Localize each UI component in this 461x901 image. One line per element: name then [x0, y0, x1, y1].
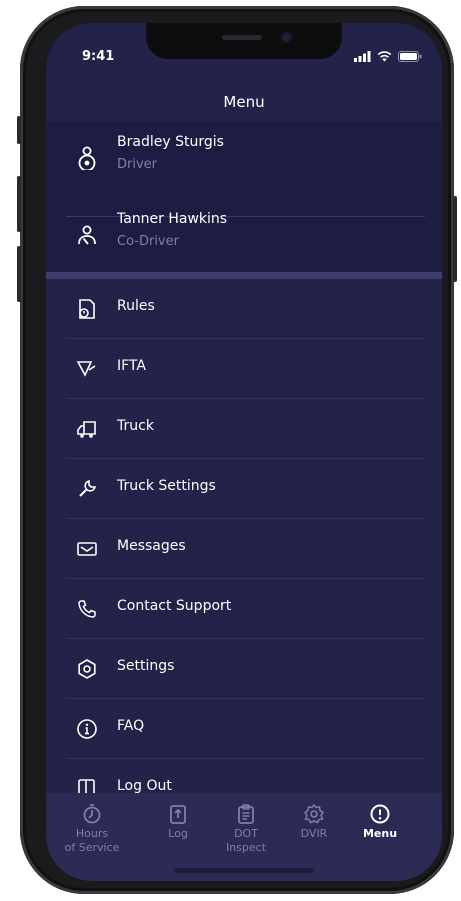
menu-item-label: Contact Support: [117, 598, 232, 614]
ifta-icon: [76, 361, 96, 377]
rules-icon: [79, 299, 95, 319]
menu-item-label: Truck Settings: [117, 478, 216, 494]
driver-name: Bradley Sturgis: [117, 134, 224, 150]
wifi-icon: [377, 51, 392, 62]
menu-item-label: Log Out: [117, 778, 172, 794]
tab-label: Inspect: [225, 841, 267, 854]
driver-item-co-driver[interactable]: Tanner Hawkins Co-Driver: [66, 201, 425, 273]
home-indicator: [174, 868, 314, 873]
tab-hours-of-service[interactable]: Hours of Service: [57, 803, 127, 855]
dot-inspect-icon: [238, 804, 254, 824]
menu-item-label: Truck: [117, 418, 154, 434]
tab-log[interactable]: Log: [143, 803, 213, 841]
info-icon: [77, 719, 97, 739]
menu-icon: [370, 804, 390, 824]
hours-of-service-icon: [83, 804, 101, 824]
tab-label: Log: [168, 827, 188, 840]
menu-item-rules[interactable]: Rules: [66, 279, 425, 339]
tab-menu[interactable]: Menu: [345, 803, 415, 841]
menu-item-messages[interactable]: Messages: [66, 519, 425, 579]
gear-icon: [78, 659, 96, 679]
section-divider: [46, 272, 442, 279]
mail-icon: [77, 542, 97, 556]
status-time: 9:41: [82, 49, 115, 64]
menu-item-truck-settings[interactable]: Truck Settings: [66, 459, 425, 519]
volume-up-button: [17, 176, 21, 232]
tab-label: of Service: [64, 841, 120, 854]
phone-screen: 9:41 Menu Bradley Sturgis Driver Tanner …: [46, 23, 442, 881]
menu-item-label: Rules: [117, 298, 155, 314]
menu-item-contact-support[interactable]: Contact Support: [66, 579, 425, 639]
driver-role: Driver: [117, 157, 158, 172]
tab-label: Menu: [362, 827, 398, 840]
co-driver-name: Tanner Hawkins: [117, 211, 228, 227]
menu-item-label: IFTA: [117, 358, 146, 374]
volume-down-button: [17, 246, 21, 302]
menu-item-truck[interactable]: Truck: [66, 399, 425, 459]
log-icon: [170, 805, 186, 824]
tab-dot-inspect[interactable]: DOT Inspect: [211, 803, 281, 855]
menu-item-settings[interactable]: Settings: [66, 639, 425, 699]
drivers-panel: Bradley Sturgis Driver Tanner Hawkins Co…: [46, 122, 442, 272]
menu-item-label: Settings: [117, 658, 175, 674]
status-bar: 9:41: [46, 49, 442, 67]
tab-label: DOT: [234, 827, 258, 840]
truck-icon: [77, 421, 96, 438]
tab-label: DVIR: [300, 827, 328, 840]
mute-switch: [17, 116, 21, 144]
tab-dvir[interactable]: DVIR: [279, 803, 349, 841]
battery-icon: [398, 51, 422, 62]
power-button: [453, 196, 457, 282]
dvir-icon: [303, 803, 325, 824]
co-driver-role: Co-Driver: [117, 234, 179, 249]
driver-icon: [78, 146, 96, 170]
co-driver-icon: [78, 225, 96, 245]
menu-item-faq[interactable]: FAQ: [66, 699, 425, 759]
menu-item-label: Messages: [117, 538, 186, 554]
signal-icon: [354, 51, 371, 62]
menu-item-ifta[interactable]: IFTA: [66, 339, 425, 399]
driver-item-primary[interactable]: Bradley Sturgis Driver: [66, 124, 425, 196]
page-title: Menu: [223, 93, 265, 111]
camera: [282, 33, 291, 42]
phone-icon: [78, 600, 96, 618]
tab-bar: Hours of Service Log DOT Inspect DVIR Me…: [46, 793, 442, 881]
menu-item-label: FAQ: [117, 718, 145, 734]
tab-label: Hours: [75, 827, 109, 840]
speaker: [222, 35, 262, 40]
wrench-icon: [79, 479, 97, 497]
